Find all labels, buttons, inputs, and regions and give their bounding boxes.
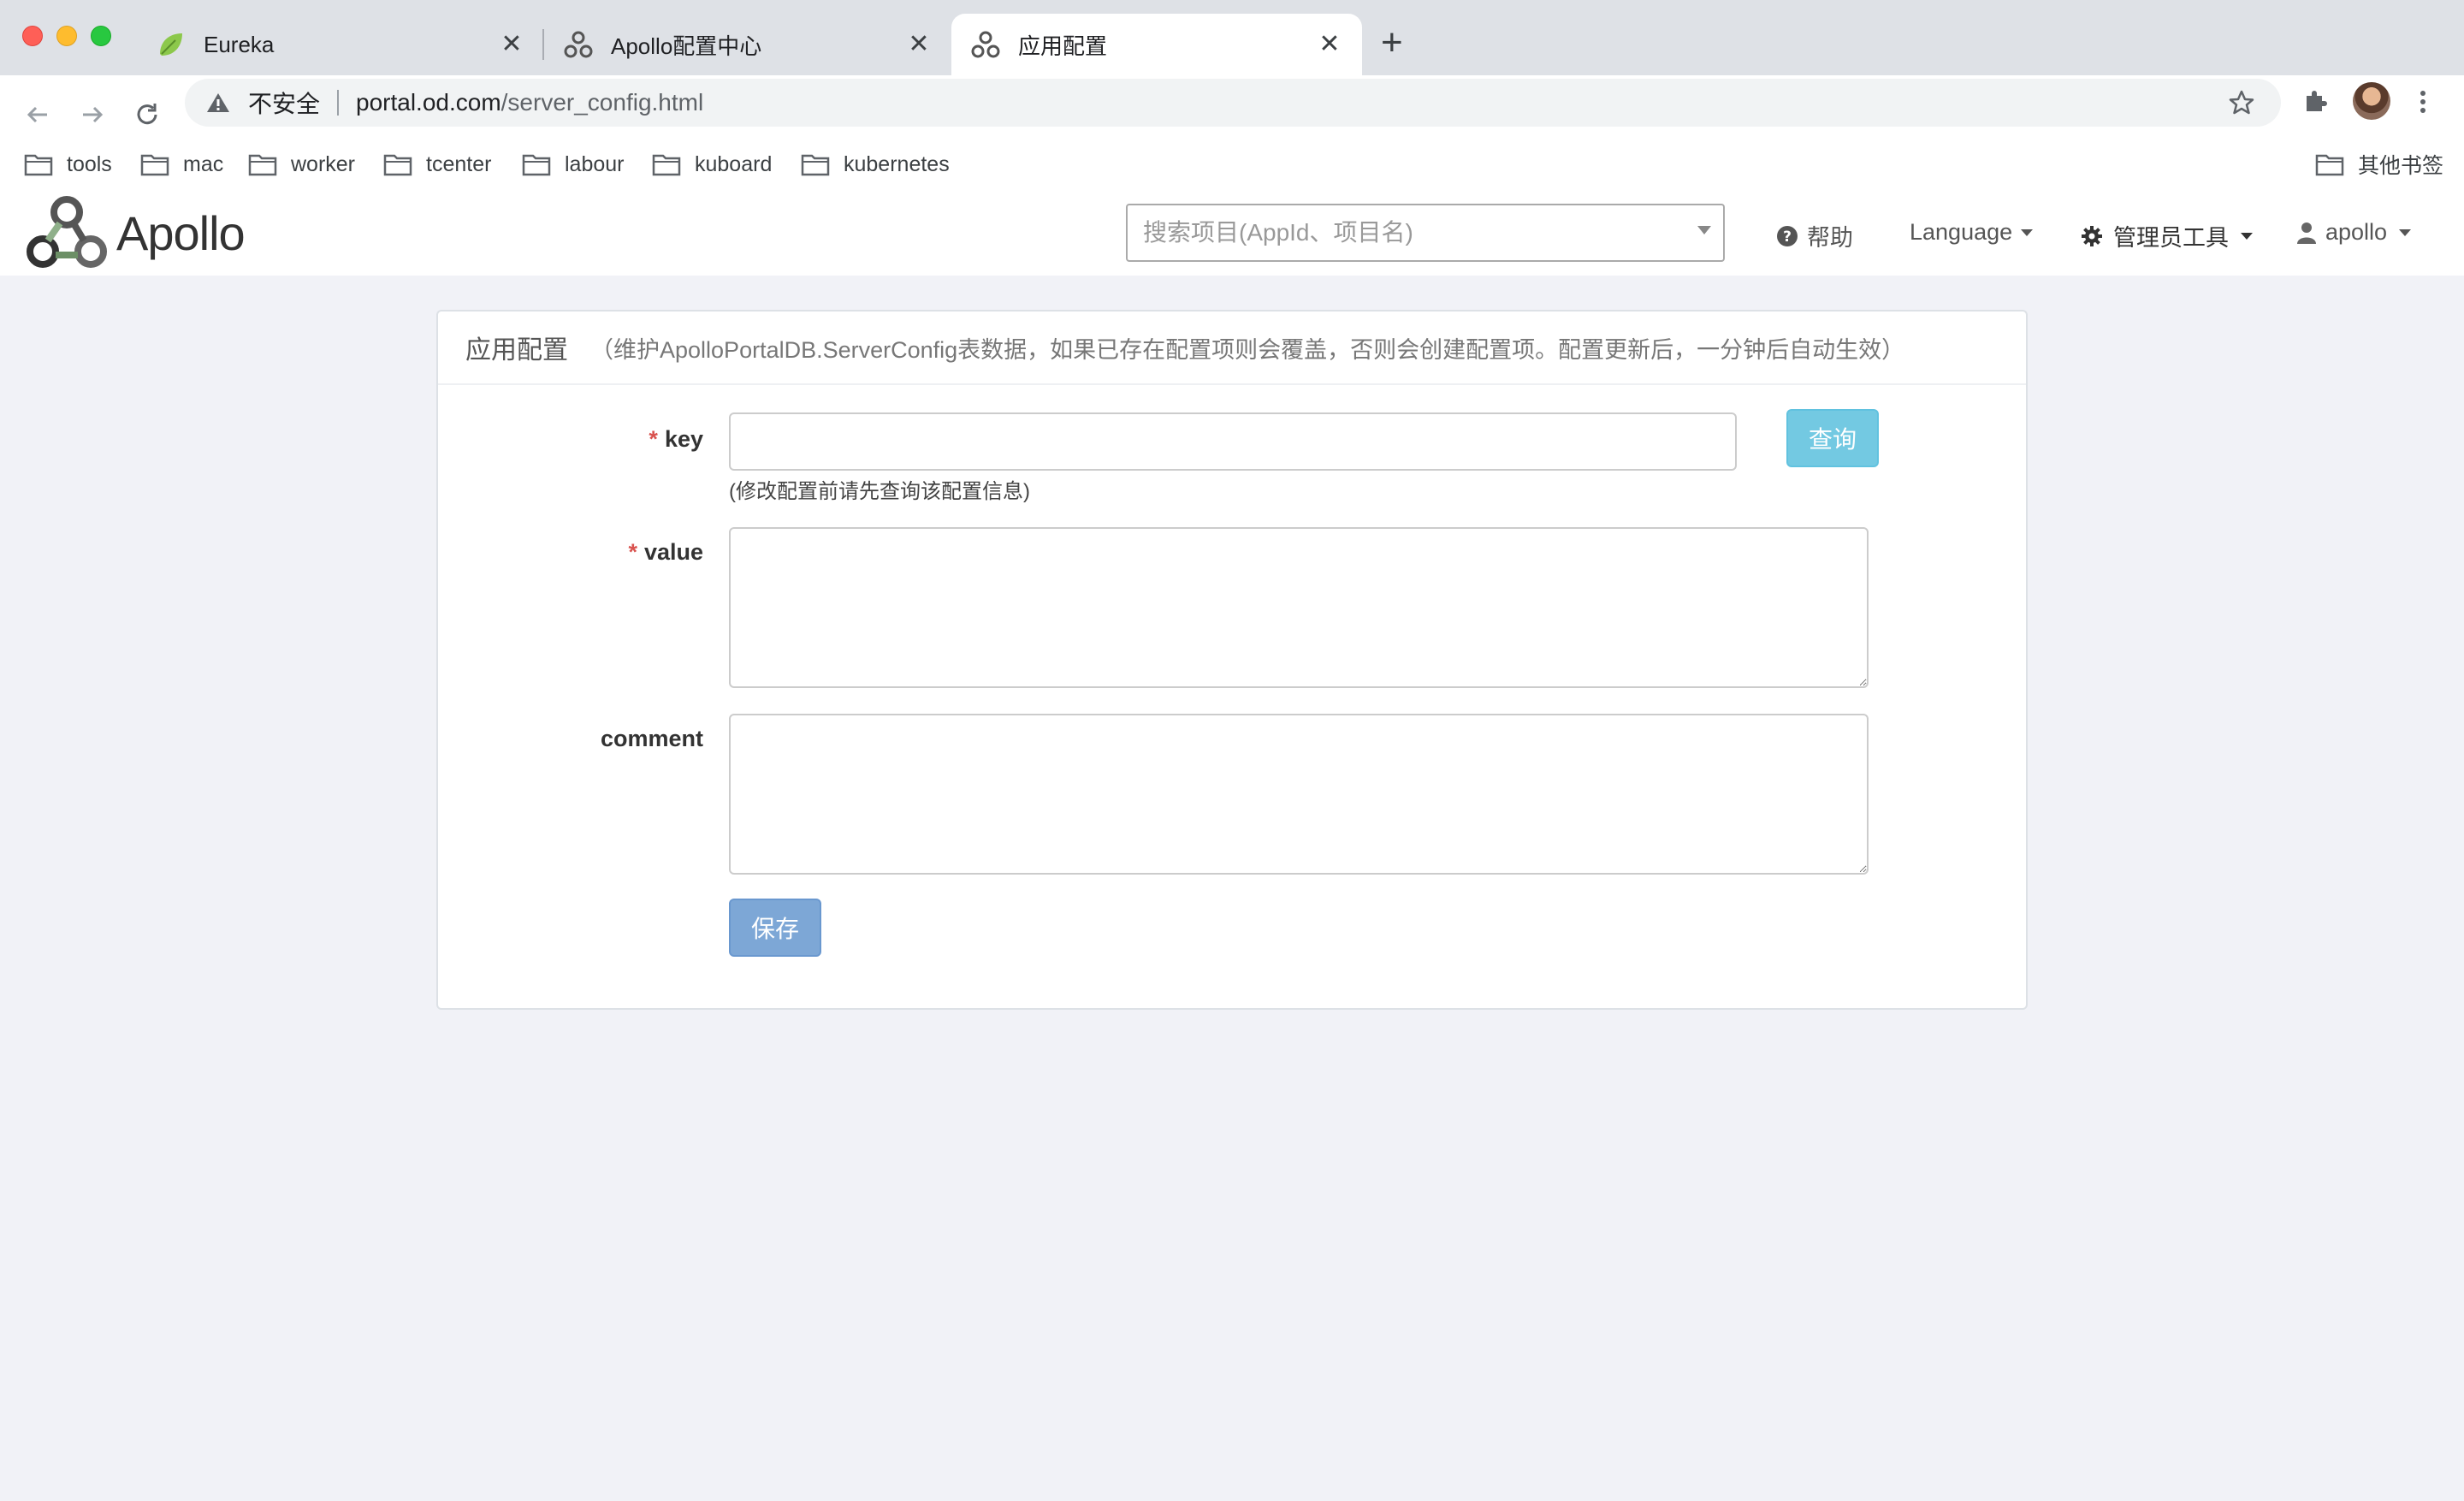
browser-toolbar: 不安全 portal.od.com/server_config.html too… [0,75,2464,202]
help-link[interactable]: ? 帮助 [1776,219,1853,252]
project-search-input[interactable] [1143,219,1673,246]
folder-icon [24,154,53,176]
bookmark-folder-tools[interactable]: tools [24,145,112,183]
address-bar[interactable]: 不安全 portal.od.com/server_config.html [185,79,2281,127]
browser-tab-strip: Eureka ✕ Apollo配置中心 ✕ 应用配置 ✕ + [0,0,2464,75]
tab-title: Apollo配置中心 [611,33,762,59]
tab-close-icon[interactable]: ✕ [905,31,933,58]
bookmark-folder-mac[interactable]: mac [140,145,223,183]
language-label: Language [1910,219,2013,245]
tab-close-icon[interactable]: ✕ [498,31,525,58]
svg-text:?: ? [1783,228,1792,246]
required-mark: * [649,426,658,452]
panel-header: 应用配置 （维护ApolloPortalDB.ServerConfig表数据，如… [438,311,2026,385]
folder-icon [522,154,551,176]
apollo-logo-icon [27,196,107,268]
bookmark-folder-labour[interactable]: labour [522,145,625,183]
tab-title: 应用配置 [1018,33,1108,59]
apollo-navbar: Apollo ? 帮助 Language 管理员工具 apollo [0,190,2464,276]
security-label[interactable]: 不安全 [248,86,320,120]
arrow-left-icon [27,106,47,123]
bookmark-folder-worker[interactable]: worker [248,145,355,183]
user-label: apollo [2325,219,2388,245]
reload-icon [137,104,157,125]
extensions-puzzle-icon[interactable] [2301,87,2331,121]
folder-icon [248,154,277,176]
tab-close-icon[interactable]: ✕ [1316,31,1343,58]
back-button[interactable] [17,87,58,142]
logo-text: Apollo [116,205,246,260]
caret-down-icon [2021,228,2034,236]
window-close-button[interactable] [22,26,43,46]
user-dropdown[interactable]: apollo [2296,219,2412,246]
caret-down-icon [2241,232,2253,240]
bookmark-folder-kubernetes[interactable]: kubernetes [801,145,950,183]
folder-icon [140,154,169,176]
reload-button[interactable] [127,87,168,142]
bookmark-label: 其他书签 [2358,154,2444,178]
leaf-icon [156,29,187,60]
warning-icon [205,90,231,116]
key-input[interactable] [729,412,1737,471]
bookmark-label: kuboard [695,151,773,176]
bookmark-folder-other[interactable]: 其他书签 [2315,145,2443,183]
folder-icon [652,154,681,176]
tab-app-config[interactable]: 应用配置 ✕ [951,14,1362,75]
admin-tools-label: 管理员工具 [2113,225,2229,251]
question-circle-icon: ? [1777,225,1798,246]
bookmark-label: tcenter [426,151,492,176]
bookmark-folder-tcenter[interactable]: tcenter [383,145,491,183]
folder-icon [801,154,830,176]
bookmark-label: mac [183,151,224,176]
arrow-right-icon [83,106,104,123]
chevron-down-icon[interactable] [1697,226,1711,234]
bookmark-star-icon[interactable] [2228,89,2255,121]
new-tab-button[interactable]: + [1381,24,1403,62]
apollo-logo-icon [970,29,1001,60]
help-label: 帮助 [1807,225,1853,251]
tab-title: Eureka [204,31,275,57]
window-maximize-button[interactable] [91,26,111,46]
bookmark-label: labour [565,151,625,176]
project-search-select[interactable] [1126,204,1725,262]
profile-avatar[interactable] [2353,82,2390,120]
comment-textarea[interactable] [729,714,1869,875]
bookmarks-bar: tools mac worker tcenter labour kuboard … [0,137,2464,193]
url-path: /server_config.html [500,89,704,116]
required-mark: * [628,539,637,565]
language-dropdown[interactable]: Language [1910,219,2034,246]
folder-icon [2315,154,2344,176]
key-label-text: key [664,426,703,452]
key-hint: (修改配置前请先查询该配置信息) [729,480,1030,503]
user-icon [2297,222,2316,244]
value-label: * value [464,539,703,566]
tab-apollo-center[interactable]: Apollo配置中心 ✕ [544,14,951,75]
url-divider [337,90,340,116]
value-textarea[interactable] [729,527,1869,688]
bookmark-label: kubernetes [844,151,950,176]
more-vertical-icon[interactable] [2414,87,2431,121]
forward-button[interactable] [72,87,113,142]
key-label: * key [464,426,703,453]
gear-icon [2082,225,2102,246]
bookmark-label: worker [291,151,356,176]
url-host: portal.od.com [356,89,501,116]
save-button[interactable]: 保存 [729,899,821,957]
comment-label: comment [600,726,703,751]
caret-down-icon [2399,228,2412,236]
apollo-logo-icon [563,29,594,60]
value-label-text: value [643,539,703,565]
server-config-panel: 应用配置 （维护ApolloPortalDB.ServerConfig表数据，如… [436,310,2028,1010]
query-button[interactable]: 查询 [1786,409,1879,467]
window-minimize-button[interactable] [56,26,77,46]
panel-title: 应用配置 [465,336,568,365]
panel-subtitle: （维护ApolloPortalDB.ServerConfig表数据，如果已存在配… [590,336,1905,363]
tab-eureka[interactable]: Eureka ✕ [137,14,544,75]
bookmark-label: tools [67,151,112,176]
folder-icon [383,154,412,176]
bookmark-folder-kuboard[interactable]: kuboard [652,145,772,183]
apollo-logo[interactable]: Apollo [24,193,246,272]
admin-tools-dropdown[interactable]: 管理员工具 [2081,219,2253,252]
